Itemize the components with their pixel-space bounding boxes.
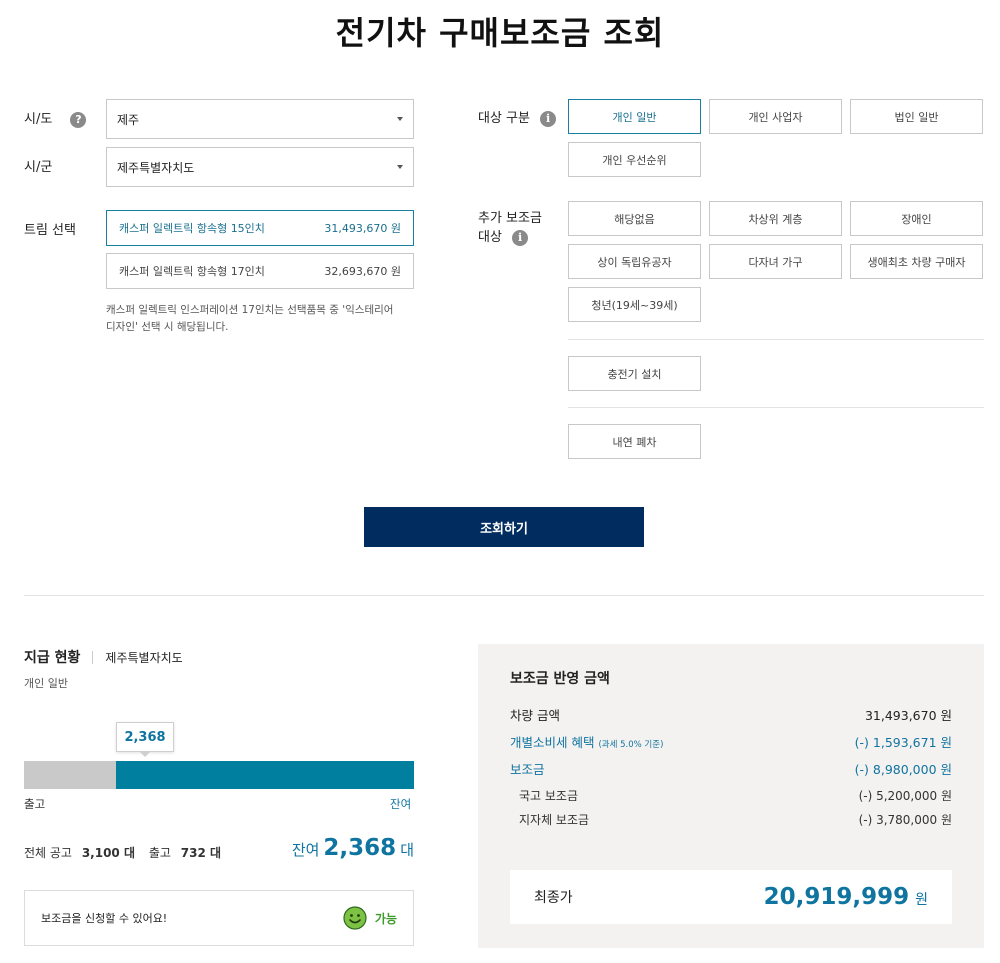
extra-option-veteran[interactable]: 상이 독립유공자 [568,244,701,279]
status-header: 지급 현황 제주특별자치도 [24,647,183,667]
tax-benefit-row: 개별소비세 혜택 (과세 5.0% 기준) (-) 1,593,671 원 [510,735,952,750]
divider [568,407,984,408]
national-subsidy-row: 국고 보조금 (-) 5,200,000 원 [519,789,952,803]
bar-right-label: 잔여 [390,797,412,811]
final-price-box: 최종가 20,919,999 원 [510,870,952,924]
section-divider [24,595,984,596]
sigun-label: 시/군 [24,160,53,175]
sido-select[interactable]: 제주 [106,99,414,139]
available-label: 가능 [374,911,397,926]
local-subsidy-row: 지자체 보조금 (-) 3,780,000 원 [519,813,952,827]
divider [92,650,94,664]
chevron-down-icon [397,165,403,169]
progress-bar-released [24,761,116,789]
target-option-personal-general[interactable]: 개인 일반 [568,99,701,134]
status-region: 제주특별자치도 [105,650,183,665]
trim-label: 트림 선택 [24,223,76,238]
sigun-select[interactable]: 제주특별자치도 [106,147,414,187]
sido-label: 시/도 ? [24,108,87,128]
target-option-personal-business[interactable]: 개인 사업자 [709,99,842,134]
availability-notice: 보조금을 신청할 수 있어요! 가능 [24,890,414,946]
target-label: 대상 구분 i [478,107,557,127]
subsidy-row: 보조금 (-) 8,980,000 원 [510,762,952,777]
target-option-personal-priority[interactable]: 개인 우선순위 [568,142,701,177]
info-icon[interactable]: i [540,110,557,127]
trim-note: 캐스퍼 일렉트릭 인스퍼레이션 17인치는 선택품목 중 '익스테리어 디자인'… [106,304,394,333]
extra-option-first-buyer[interactable]: 생애최초 차량 구매자 [850,244,983,279]
trim-option-15inch[interactable]: 캐스퍼 일렉트릭 항속형 15인치 31,493,670 원 [106,210,414,246]
totals-line: 전체 공고 3,100 대 출고 732 대 [24,846,222,860]
trim-option-17inch[interactable]: 캐스퍼 일렉트릭 항속형 17인치 32,693,670 원 [106,253,414,289]
remaining-tooltip: 2,368 [116,722,174,752]
status-category: 개인 일반 [24,677,68,690]
target-option-corporate-general[interactable]: 법인 일반 [850,99,983,134]
extra-label: 추가 보조금 대상 i [478,211,542,246]
help-icon[interactable]: ? [70,111,87,128]
extra-option-multi-child[interactable]: 다자녀 가구 [709,244,842,279]
search-button[interactable]: 조회하기 [364,507,644,547]
remaining-count: 잔여 2,368 대 [291,835,414,861]
extra-option-low-income[interactable]: 차상위 계층 [709,201,842,236]
charger-install-option[interactable]: 충전기 설치 [568,356,701,391]
info-icon[interactable]: i [512,229,529,246]
smile-icon [343,906,367,930]
ice-scrap-option[interactable]: 내연 폐차 [568,424,701,459]
status-title: 지급 현황 [24,650,81,666]
vehicle-price-row: 차량 금액 31,493,670 원 [510,708,952,723]
divider [568,339,984,340]
final-price-value: 20,919,999 [763,884,910,910]
summary-title: 보조금 반영 금액 [510,671,610,687]
page-title: 전기차 구매보조금 조회 [335,14,665,52]
extra-option-youth[interactable]: 청년(19세~39세) [568,287,701,322]
summary-panel: 보조금 반영 금액 차량 금액 31,493,670 원 개별소비세 혜택 (과… [478,644,984,948]
bar-left-label: 출고 [24,797,46,811]
extra-option-none[interactable]: 해당없음 [568,201,701,236]
chevron-down-icon [397,117,403,121]
extra-option-disabled[interactable]: 장애인 [850,201,983,236]
tooltip-pointer [139,751,151,757]
progress-bar [24,761,414,789]
